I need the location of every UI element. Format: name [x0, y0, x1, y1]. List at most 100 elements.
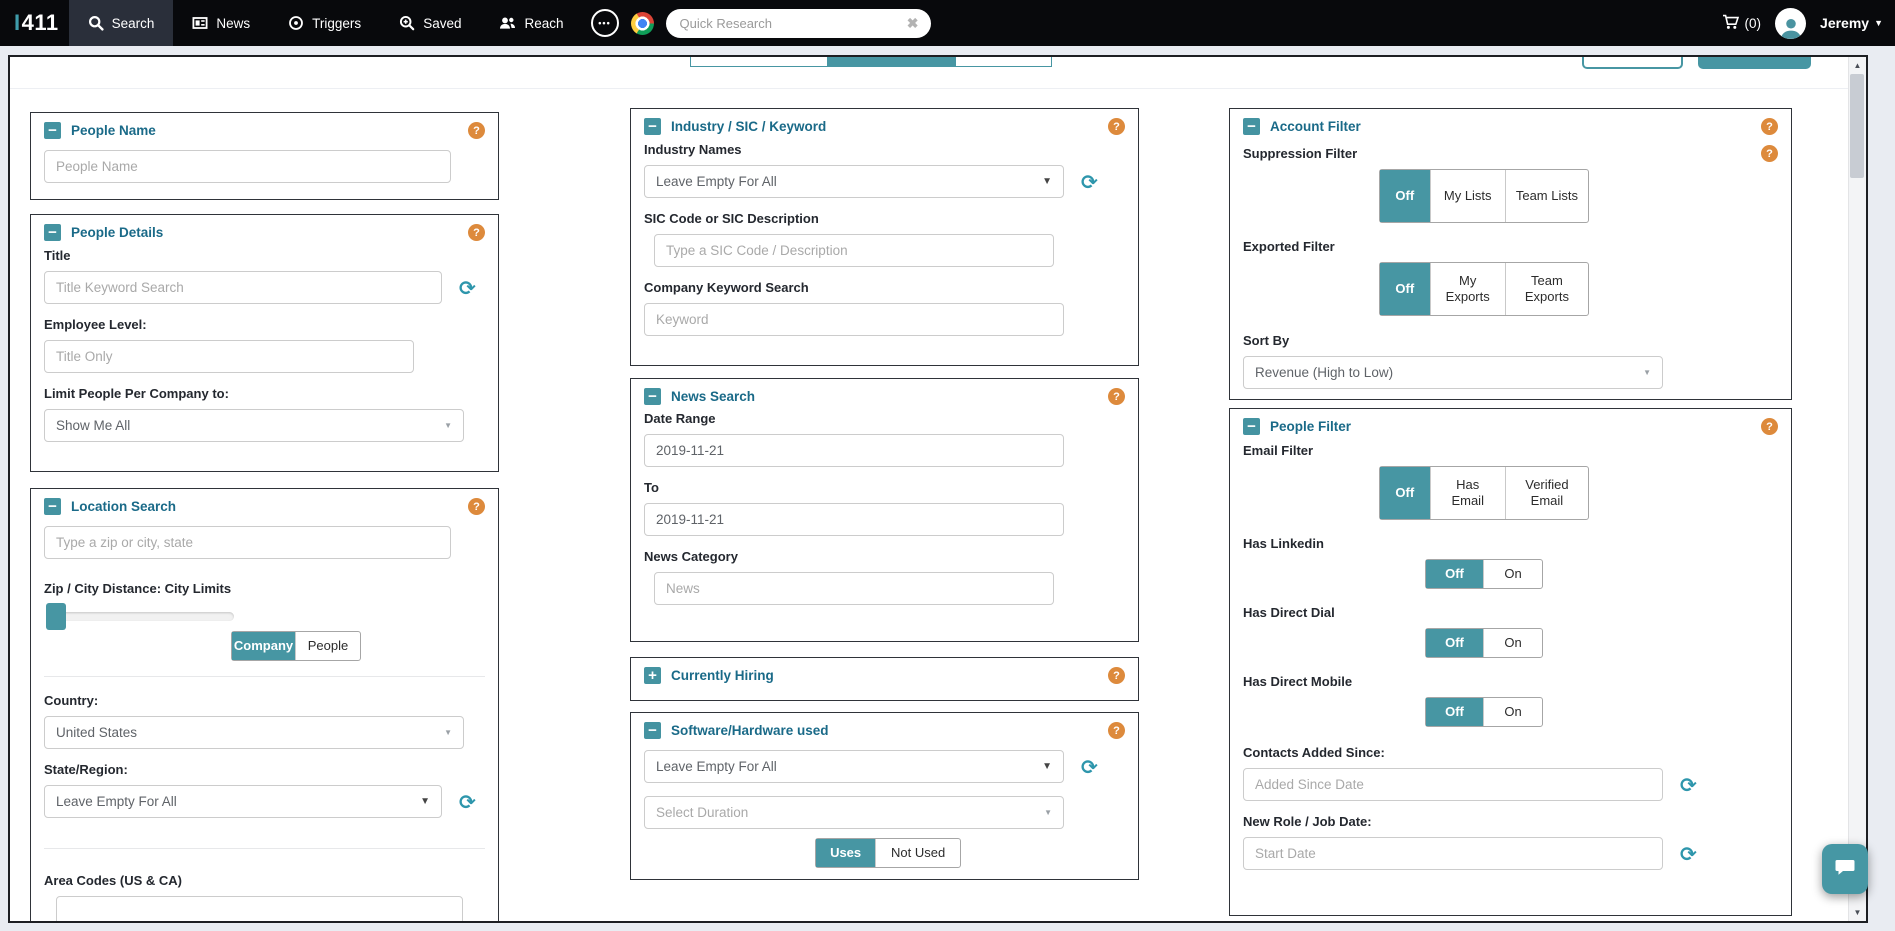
toggle-on[interactable]: On — [1483, 560, 1542, 588]
area-codes-input[interactable] — [56, 896, 463, 921]
vertical-scrollbar[interactable]: ▲ ▼ — [1848, 57, 1866, 921]
scroll-up-arrow[interactable]: ▲ — [1849, 58, 1866, 73]
title-keyword-input[interactable] — [44, 271, 442, 304]
help-icon[interactable]: ? — [1108, 118, 1125, 135]
cart-button[interactable]: (0) — [1722, 14, 1761, 33]
nav-item-reach[interactable]: Reach — [480, 0, 582, 46]
toggle-not-used[interactable]: Not Used — [875, 839, 960, 867]
collapse-icon[interactable]: − — [644, 388, 661, 405]
nav-item-triggers[interactable]: Triggers — [269, 0, 380, 46]
partial-primary-button[interactable] — [1698, 57, 1811, 69]
toggle-team-lists[interactable]: Team Lists — [1504, 170, 1588, 222]
date-from-input[interactable] — [644, 434, 1064, 467]
nav-item-label: Reach — [524, 15, 564, 31]
toggle-my-lists[interactable]: My Lists — [1429, 170, 1505, 222]
toggle-on[interactable]: On — [1483, 698, 1542, 726]
app-logo[interactable]: I 411 — [14, 0, 59, 46]
state-region-select[interactable]: Leave Empty For All ▼ — [44, 785, 442, 818]
field-label: State/Region: — [44, 762, 128, 777]
chrome-icon[interactable] — [630, 11, 654, 35]
employee-level-input[interactable] — [44, 340, 414, 373]
help-icon[interactable]: ? — [1761, 418, 1778, 435]
help-icon[interactable]: ? — [1108, 722, 1125, 739]
distance-slider[interactable] — [46, 603, 234, 630]
collapse-icon[interactable]: − — [1243, 418, 1260, 435]
help-icon[interactable]: ? — [468, 498, 485, 515]
toggle-off[interactable]: Off — [1380, 263, 1430, 315]
sic-code-input[interactable] — [654, 234, 1054, 267]
sort-by-select[interactable]: Revenue (High to Low) ▼ — [1243, 356, 1663, 389]
user-menu[interactable]: Jeremy ▼ — [1820, 15, 1883, 31]
refresh-icon[interactable]: ⟳ — [459, 792, 476, 812]
people-name-input[interactable] — [44, 150, 451, 183]
nav-item-saved[interactable]: Saved — [380, 0, 480, 46]
toggle-off[interactable]: Off — [1380, 467, 1430, 519]
nav-item-search[interactable]: Search — [68, 0, 174, 46]
partial-tab[interactable] — [955, 57, 1052, 67]
toggle-company[interactable]: Company — [232, 632, 295, 660]
help-icon[interactable]: ? — [468, 224, 485, 241]
zip-city-input[interactable] — [44, 526, 451, 559]
partial-outline-button[interactable] — [1582, 57, 1683, 69]
partial-tab-active[interactable] — [828, 57, 955, 67]
nav-item-news[interactable]: News — [173, 0, 269, 46]
software-select[interactable]: Leave Empty For All ▼ — [644, 750, 1064, 783]
avatar[interactable] — [1775, 7, 1807, 39]
quick-research-input[interactable] — [677, 14, 907, 32]
help-icon[interactable]: ? — [1108, 388, 1125, 405]
scrollbar-thumb[interactable] — [1850, 74, 1864, 178]
collapse-icon[interactable]: − — [44, 498, 61, 515]
collapse-icon[interactable]: − — [1243, 118, 1260, 135]
slider-handle[interactable] — [46, 603, 66, 630]
quick-research-box[interactable]: ✖ — [665, 8, 931, 38]
scroll-down-arrow[interactable]: ▼ — [1849, 905, 1866, 920]
logo-text: 411 — [21, 10, 59, 35]
toggle-has-email[interactable]: Has Email — [1429, 467, 1505, 519]
help-icon[interactable]: ? — [1761, 118, 1778, 135]
refresh-icon[interactable]: ⟳ — [1081, 172, 1098, 192]
panel-title: News Search — [671, 389, 756, 404]
field-label: Contacts Added Since: — [1243, 745, 1385, 760]
toggle-off[interactable]: Off — [1426, 698, 1484, 726]
chevron-down-icon: ▼ — [444, 728, 452, 737]
more-icon[interactable]: ••• — [590, 9, 619, 37]
nav-item-label: News — [216, 15, 251, 31]
collapse-icon[interactable]: − — [644, 118, 661, 135]
toggle-people[interactable]: People — [295, 632, 360, 660]
collapse-icon[interactable]: − — [644, 722, 661, 739]
start-date-input[interactable] — [1243, 837, 1663, 870]
industry-names-select[interactable]: Leave Empty For All ▼ — [644, 165, 1064, 198]
clear-icon[interactable]: ✖ — [907, 15, 919, 32]
toggle-uses[interactable]: Uses — [816, 839, 876, 867]
panel-title: Location Search — [71, 499, 177, 514]
help-icon[interactable]: ? — [1108, 667, 1125, 684]
toggle-my-exports[interactable]: My Exports — [1429, 263, 1505, 315]
refresh-icon[interactable]: ⟳ — [1081, 757, 1098, 777]
toggle-off[interactable]: Off — [1426, 629, 1484, 657]
country-select[interactable]: United States ▼ — [44, 716, 464, 749]
refresh-icon[interactable]: ⟳ — [459, 278, 476, 298]
toggle-off[interactable]: Off — [1380, 170, 1430, 222]
news-category-input[interactable] — [654, 572, 1054, 605]
toggle-verified-email[interactable]: Verified Email — [1504, 467, 1588, 519]
date-to-input[interactable] — [644, 503, 1064, 536]
search-form-card: − People Name ? − People Details ? Title… — [8, 55, 1868, 923]
collapse-icon[interactable]: − — [44, 122, 61, 139]
toggle-on[interactable]: On — [1483, 629, 1542, 657]
panel-title: Industry / SIC / Keyword — [671, 119, 827, 134]
help-icon[interactable]: ? — [1761, 145, 1778, 162]
limit-per-company-select[interactable]: Show Me All ▼ — [44, 409, 464, 442]
field-label: Email Filter — [1243, 443, 1314, 458]
added-since-input[interactable] — [1243, 768, 1663, 801]
toggle-off[interactable]: Off — [1426, 560, 1484, 588]
refresh-icon[interactable]: ⟳ — [1680, 775, 1697, 795]
company-keyword-input[interactable] — [644, 303, 1064, 336]
duration-select[interactable]: Select Duration ▼ — [644, 796, 1064, 829]
expand-icon[interactable]: + — [644, 667, 661, 684]
toggle-team-exports[interactable]: Team Exports — [1504, 263, 1588, 315]
help-icon[interactable]: ? — [468, 122, 485, 139]
collapse-icon[interactable]: − — [44, 224, 61, 241]
chat-widget-button[interactable] — [1822, 844, 1868, 894]
refresh-icon[interactable]: ⟳ — [1680, 844, 1697, 864]
partial-tab[interactable] — [690, 57, 828, 67]
